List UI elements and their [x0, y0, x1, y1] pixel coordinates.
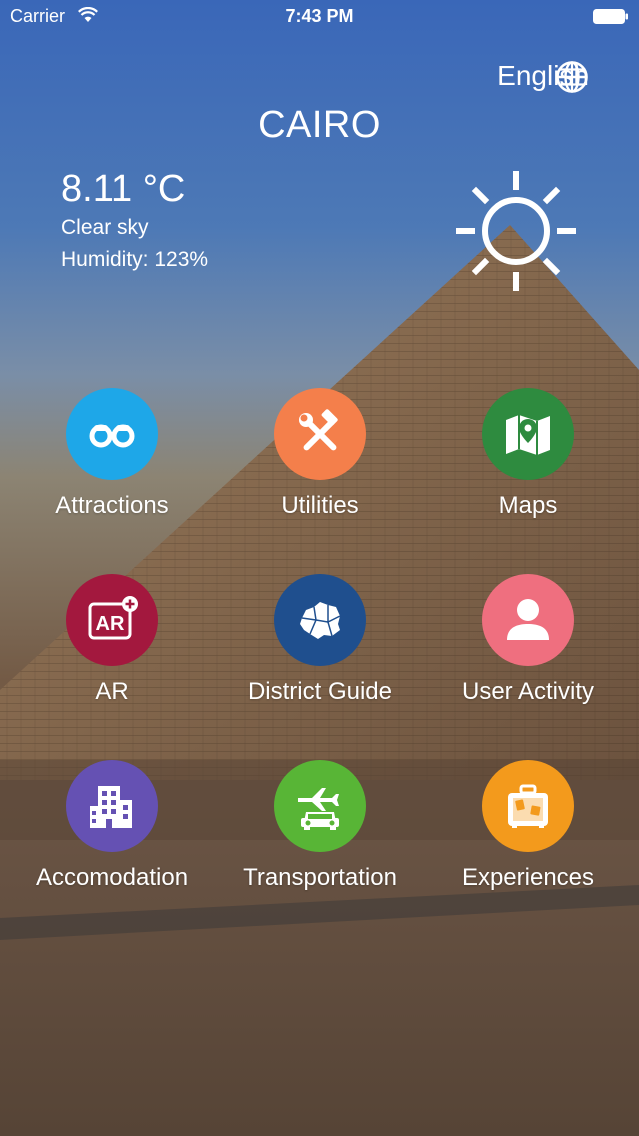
temperature: 8.11 °C — [61, 168, 186, 210]
humidity: Humidity: 123% — [61, 248, 209, 271]
binoculars-icon — [89, 424, 135, 448]
attractions-label: Attractions — [55, 492, 169, 519]
accomodation-button[interactable] — [66, 760, 158, 852]
menu-tile-transportation[interactable]: Transportation — [220, 760, 420, 910]
status-bar: Carrier 7:43 PM — [0, 0, 639, 34]
attractions-button[interactable] — [66, 388, 158, 480]
tools-icon — [299, 409, 338, 451]
district-map-icon — [300, 602, 341, 639]
sun-icon — [456, 171, 576, 291]
status-time: 7:43 PM — [285, 6, 354, 26]
battery-icon — [593, 9, 628, 24]
experiences-label: Experiences — [461, 864, 595, 891]
transportation-label: Transportation — [243, 864, 397, 891]
ar-label: AR — [95, 678, 129, 705]
maps-label: Maps — [498, 492, 558, 519]
accomodation-label: Accomodation — [35, 864, 189, 891]
ar-plus-icon: AR — [88, 596, 138, 640]
globe-icon[interactable] — [555, 60, 589, 94]
menu-tile-ar[interactable]: AR AR — [12, 574, 212, 724]
user-activity-label: User Activity — [461, 678, 595, 705]
menu-tile-maps[interactable]: Maps — [428, 388, 628, 538]
svg-text:AR: AR — [96, 613, 125, 635]
plane-car-icon — [298, 788, 339, 830]
building-icon — [90, 786, 132, 828]
suitcase-icon — [508, 784, 548, 828]
weather-description: Clear sky — [61, 216, 149, 239]
city-title: CAIRO — [258, 104, 381, 146]
menu-tile-utilities[interactable]: Utilities — [220, 388, 420, 538]
utilities-label: Utilities — [281, 492, 359, 519]
menu-tile-district-guide[interactable]: District Guide — [220, 574, 420, 724]
ar-button[interactable]: AR — [66, 574, 158, 666]
menu-tile-experiences[interactable]: Experiences — [428, 760, 628, 910]
menu-tile-attractions[interactable]: Attractions — [12, 388, 212, 538]
home-screen: Carrier 7:43 PM English CAIRO 8.11 °C Cl… — [0, 0, 639, 1136]
user-icon — [507, 599, 549, 640]
user-activity-button[interactable] — [482, 574, 574, 666]
menu-tile-user-activity[interactable]: User Activity — [428, 574, 628, 724]
map-pin-icon — [506, 415, 550, 455]
maps-button[interactable] — [482, 388, 574, 480]
transportation-button[interactable] — [274, 760, 366, 852]
utilities-button[interactable] — [274, 388, 366, 480]
menu-tile-accomodation[interactable]: Accomodation — [12, 760, 212, 910]
district-guide-label: District Guide — [247, 678, 393, 705]
district-guide-button[interactable] — [274, 574, 366, 666]
experiences-button[interactable] — [482, 760, 574, 852]
